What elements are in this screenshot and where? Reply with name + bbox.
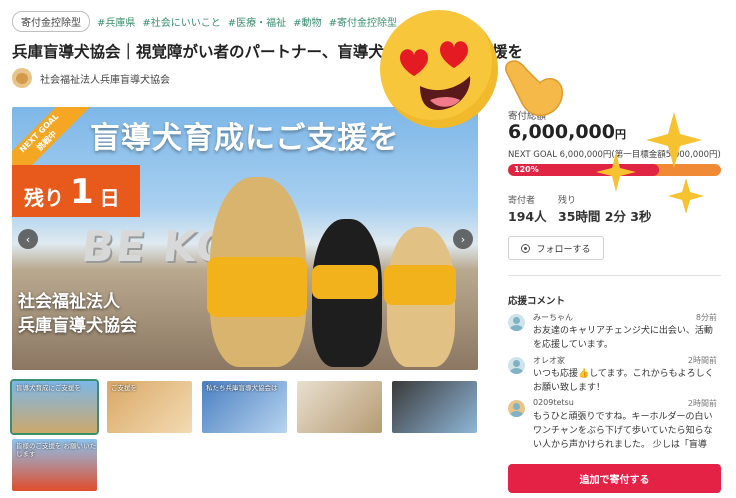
follow-label: フォローする (536, 244, 591, 255)
sparkle-icon (646, 112, 702, 168)
comment-author[interactable]: みーちゃん (533, 312, 573, 323)
hero-headline: 盲導犬育成にご支援を (90, 121, 400, 156)
hashtag-link[interactable]: #兵庫県 (97, 14, 135, 29)
chevron-left-icon: ‹ (25, 232, 31, 246)
user-avatar-icon (508, 357, 525, 374)
progress-text: 120% (514, 165, 539, 174)
total-amount: 6,000,000円 (508, 121, 626, 143)
organization-link[interactable]: 社会福祉法人兵庫盲導犬協会 (12, 68, 170, 88)
sparkle-icon (596, 152, 636, 192)
comment-text: いつも応援👍してます。これからもよろしくお願い致します！ (533, 369, 714, 393)
org-avatar (12, 68, 32, 88)
comment-text: もうひと頑張りですね。キーホルダーの白いワンチャンをぶら下げて歩いていたら知らな… (533, 412, 713, 450)
supporters-value: 194人 (508, 209, 547, 224)
comment-item: オレオ家 2時間前 いつも応援👍してます。これからもよろしくお願い致します！ (508, 355, 721, 395)
amount-value: 6,000,000 (508, 121, 615, 143)
comment-item: 0209tetsu 2時間前 もうひと頑張りですね。キーホルダーの白いワンチャン… (508, 398, 721, 454)
hashtag-link[interactable]: #動物 (293, 14, 321, 29)
dog-figure-black-vest (312, 265, 378, 299)
pointing-hand-icon (505, 60, 564, 117)
user-avatar-icon (508, 400, 525, 417)
next-slide-button[interactable]: › (453, 229, 473, 249)
remaining-value: 35時間 2分 3秒 (558, 209, 652, 224)
thumbnail[interactable]: 盲導犬育成にご支援を (10, 379, 99, 435)
days-label: 残り (24, 186, 64, 210)
comment-item: みーちゃん 8分前 お友達のキャリアチェンジ犬に出会い、活動を応援しています。 (508, 312, 721, 352)
days-number: 1 (70, 172, 94, 212)
hero-org-caption: 社会福祉法人 兵庫盲導犬協会 (18, 290, 137, 338)
days-remaining-badge: 残り 1 日 (12, 165, 140, 217)
dog-figure-golden-vest (207, 257, 307, 317)
thumbnail[interactable] (297, 381, 382, 433)
thumbnail-caption: 私たち兵庫盲導犬協会は (206, 384, 278, 392)
heart-eyes-emoji-icon (380, 10, 498, 128)
donate-again-button[interactable]: 追加で寄付する (508, 464, 721, 493)
comment-time: 8分前 (695, 313, 717, 322)
comment-text: お友達のキャリアチェンジ犬に出会い、活動を応援しています。 (533, 326, 713, 350)
thumbnail[interactable]: ご支援を (107, 381, 192, 433)
comment-time: 2時間前 (687, 356, 717, 365)
thumbnail-caption: 皆様のご支援を お願いいたします (16, 442, 97, 458)
comment-time: 2時間前 (687, 399, 717, 408)
follow-button[interactable]: フォローする (508, 236, 604, 260)
org-name: 社会福祉法人兵庫盲導犬協会 (40, 74, 170, 86)
thumbnail[interactable]: 皆様のご支援を お願いいたします (12, 439, 97, 491)
thumbnail-caption: 盲導犬育成にご支援を (16, 384, 81, 392)
comment-author[interactable]: オレオ家 (533, 355, 565, 366)
hero-org-line1: 社会福祉法人 (18, 292, 120, 312)
hashtag-link[interactable]: #医療・福祉 (228, 14, 286, 29)
dog-figure-light-vest (384, 265, 456, 305)
divider (508, 275, 721, 276)
heart-eye-left (400, 49, 428, 76)
thumbnail[interactable]: 私たち兵庫盲導犬協会は (202, 381, 287, 433)
supporters-label: 寄付者 (508, 196, 536, 206)
hero-org-line2: 兵庫盲導犬協会 (18, 316, 137, 336)
days-unit: 日 (99, 186, 120, 210)
amount-currency: 円 (614, 128, 626, 141)
thumbnail-caption: ご支援を (111, 384, 137, 392)
user-avatar-icon (508, 314, 525, 331)
comment-author[interactable]: 0209tetsu (533, 398, 574, 407)
comments-heading: 応援コメント (508, 296, 566, 307)
hashtag-link[interactable]: #社会にいいこと (142, 14, 220, 29)
chevron-right-icon: › (460, 232, 466, 246)
follow-icon (521, 243, 531, 253)
tax-deduction-badge[interactable]: 寄付金控除型 (12, 10, 90, 32)
heart-eye-right (440, 41, 468, 68)
emoji-face-svg (400, 41, 471, 110)
remaining-label: 残り (558, 196, 577, 206)
sparkle-icon (668, 178, 704, 214)
prev-slide-button[interactable]: ‹ (18, 229, 38, 249)
hero-image: BE KOBE NEXT GOAL 挑戦中 盲導犬育成にご支援を 残り 1 日 … (12, 107, 478, 370)
thumbnail[interactable] (392, 381, 477, 433)
